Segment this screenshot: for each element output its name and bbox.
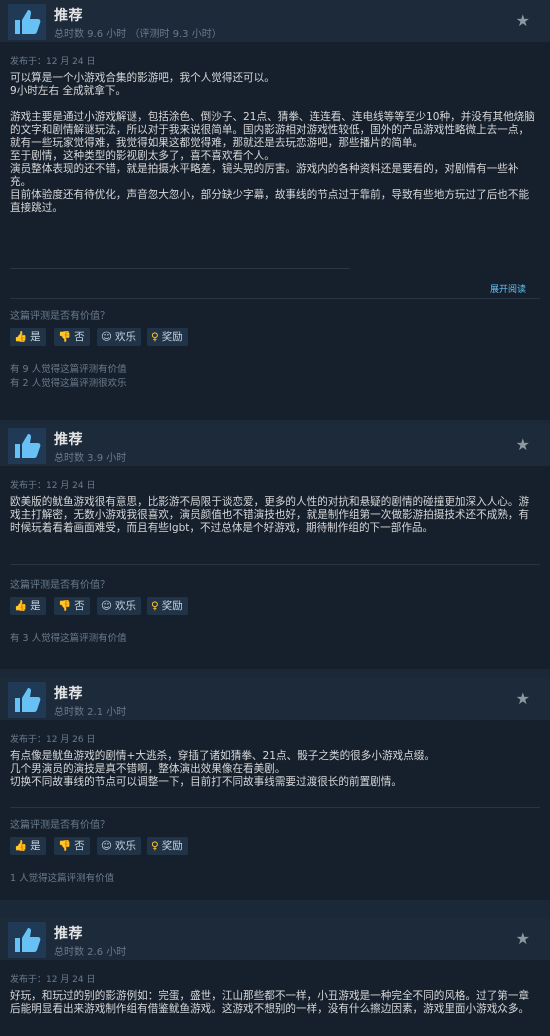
review-card: 推荐 总时数 3.9 小时 ★ 发布于：12 月 24 日 欧美版的鱿鱼游戏很有… <box>0 424 550 669</box>
smiley-icon: ☺ <box>101 331 112 343</box>
award-star-icon[interactable]: ★ <box>516 13 530 29</box>
separator <box>10 564 540 565</box>
separator <box>10 807 540 808</box>
award-ribbon-icon: ♀ <box>151 331 159 343</box>
playtime: 总时数 3.9 小时 <box>54 453 127 464</box>
review-body: 可以算是一个小游戏合集的影游吧，我个人觉得还可以。 9小时左右 全成就拿下。 游… <box>10 72 535 214</box>
award-button[interactable]: ♀ 奖励 <box>147 328 188 346</box>
posted-date: 发布于：12 月 24 日 <box>10 57 96 67</box>
helpful-question: 这篇评测是否有价值？ <box>10 311 110 322</box>
award-star-icon[interactable]: ★ <box>516 437 530 453</box>
recommendation-title: 推荐 <box>54 926 83 942</box>
playtime: 总时数 2.6 小时 <box>54 947 127 958</box>
review-card: 推荐 总时数 2.1 小时 ★ 发布于：12 月 26 日 有点像是鱿鱼游戏的剧… <box>0 678 550 900</box>
posted-date: 发布于：12 月 24 日 <box>10 481 96 491</box>
helpful-count: 有 3 人觉得这篇评测有价值 <box>10 633 127 644</box>
separator <box>10 298 540 299</box>
award-star-icon[interactable]: ★ <box>516 931 530 947</box>
review-header: 推荐 总时数 2.6 小时 ★ <box>0 918 550 960</box>
vote-funny-button[interactable]: ☺ 欢乐 <box>97 328 141 346</box>
thumbs-down-icon: 👎 <box>58 331 72 343</box>
review-body: 好玩，和玩过的别的影游例如：完蛋，盛世，江山那些都不一样，小丑游戏是一种完全不同… <box>10 990 530 1015</box>
vote-no-button[interactable]: 👎 否 <box>54 837 90 855</box>
recommendation-title: 推荐 <box>54 686 83 702</box>
thumbs-up-icon: 👍 <box>14 331 28 343</box>
vote-funny-button[interactable]: ☺ 欢乐 <box>97 837 141 855</box>
review-card: 推荐 总时数 2.6 小时 ★ 发布于：12 月 24 日 好玩，和玩过的别的影… <box>0 918 550 1036</box>
posted-date: 发布于：12 月 24 日 <box>10 975 96 985</box>
review-header: 推荐 总时数 3.9 小时 ★ <box>0 424 550 466</box>
recommended-thumb-icon <box>8 4 46 40</box>
thumbs-up-icon: 👍 <box>14 600 28 612</box>
recommended-thumb-icon <box>8 428 46 464</box>
recommendation-title: 推荐 <box>54 432 83 448</box>
helpful-question: 这篇评测是否有价值？ <box>10 820 110 831</box>
funny-count: 有 2 人觉得这篇评测很欢乐 <box>10 378 127 389</box>
vote-no-button[interactable]: 👎 否 <box>54 328 90 346</box>
vote-yes-button[interactable]: 👍 是 <box>10 328 46 346</box>
award-button[interactable]: ♀ 奖励 <box>147 597 188 615</box>
helpful-question: 这篇评测是否有价值？ <box>10 580 110 591</box>
helpful-count: 1 人觉得这篇评测有价值 <box>10 873 115 884</box>
review-body: 欧美版的鱿鱼游戏很有意思，比影游不局限于谈恋爱，更多的人性的对抗和悬疑的剧情的碰… <box>10 496 530 534</box>
award-button[interactable]: ♀ 奖励 <box>147 837 188 855</box>
thumbs-down-icon: 👎 <box>58 840 72 852</box>
thumbs-up-icon: 👍 <box>14 840 28 852</box>
vote-yes-button[interactable]: 👍 是 <box>10 597 46 615</box>
recommended-thumb-icon <box>8 922 46 958</box>
playtime: 总时数 2.1 小时 <box>54 707 127 718</box>
review-card: 推荐 总时数 9.6 小时 （评测时 9.3 小时） ★ 发布于：12 月 24… <box>0 0 550 420</box>
thumbs-down-icon: 👎 <box>58 600 72 612</box>
vote-funny-button[interactable]: ☺ 欢乐 <box>97 597 141 615</box>
recommendation-title: 推荐 <box>54 8 83 24</box>
vote-no-button[interactable]: 👎 否 <box>54 597 90 615</box>
recommended-thumb-icon <box>8 682 46 718</box>
review-header: 推荐 总时数 2.1 小时 ★ <box>0 678 550 720</box>
award-star-icon[interactable]: ★ <box>516 691 530 707</box>
smiley-icon: ☺ <box>101 840 112 852</box>
award-ribbon-icon: ♀ <box>151 600 159 612</box>
smiley-icon: ☺ <box>101 600 112 612</box>
vote-yes-button[interactable]: 👍 是 <box>10 837 46 855</box>
review-body: 有点像是鱿鱼游戏的剧情+大逃杀，穿插了诸如猜拳、21点、骰子之类的很多小游戏点缀… <box>10 750 435 788</box>
helpful-count: 有 9 人觉得这篇评测有价值 <box>10 364 127 375</box>
review-header: 推荐 总时数 9.6 小时 （评测时 9.3 小时） ★ <box>0 0 550 42</box>
playtime: 总时数 9.6 小时 （评测时 9.3 小时） <box>54 29 222 40</box>
expand-review-link[interactable]: 展开阅读 <box>490 282 526 295</box>
award-ribbon-icon: ♀ <box>151 840 159 852</box>
posted-date: 发布于：12 月 26 日 <box>10 735 96 745</box>
fade-divider <box>10 268 350 269</box>
